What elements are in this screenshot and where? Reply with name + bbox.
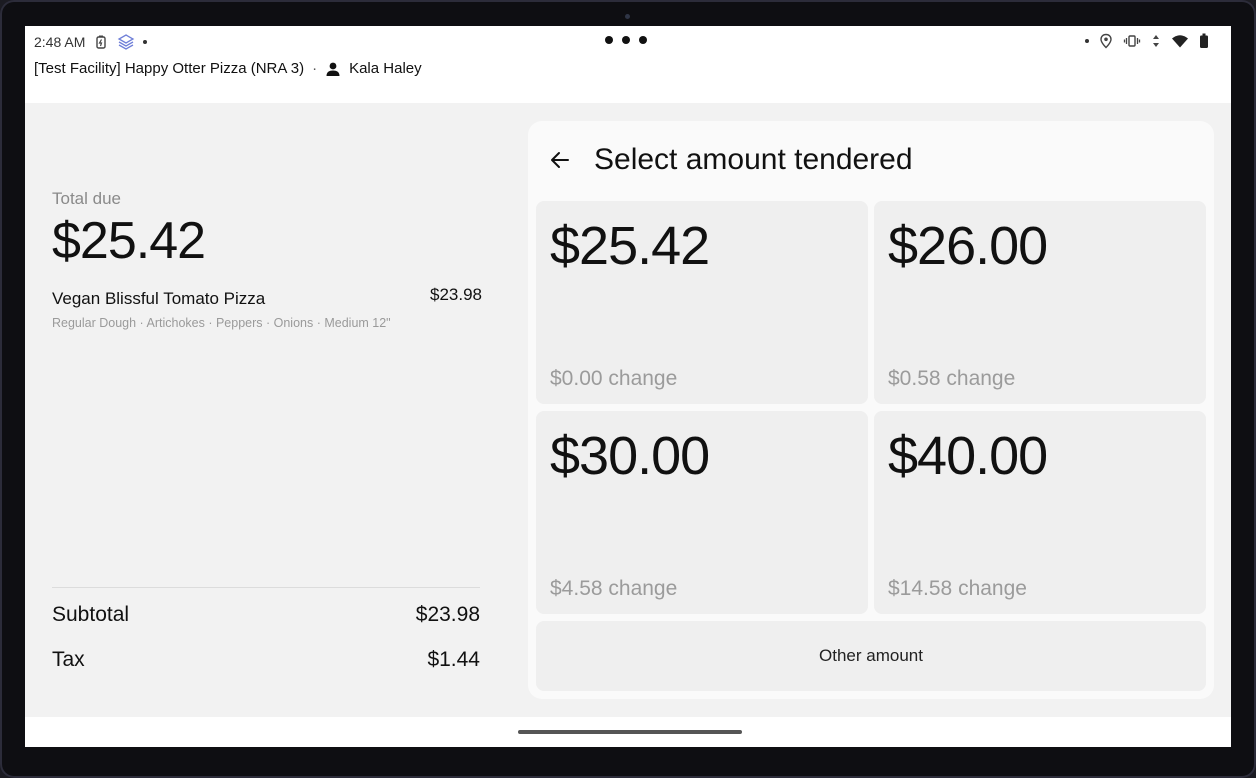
menu-dot (605, 36, 613, 44)
window-menu-dots[interactable] (605, 36, 647, 44)
separator: · (312, 60, 318, 77)
total-due-label: Total due (52, 189, 121, 208)
screen: 2:48 AM [Test Facility] Happy Otter Pizz… (25, 26, 1231, 747)
subtotal-value: $23.98 (415, 603, 480, 626)
tender-option-change: $14.58 change (888, 577, 1027, 600)
subtotal-row: Subtotal $23.98 (52, 603, 480, 627)
tax-value: $1.44 (427, 648, 480, 671)
facility-line: [Test Facility] Happy Otter Pizza (NRA 3… (34, 60, 422, 77)
tender-option-button[interactable]: $30.00 $4.58 change (536, 411, 868, 614)
tender-option-amount: $40.00 (888, 426, 1048, 486)
tender-option-button[interactable]: $25.42 $0.00 change (536, 201, 868, 404)
tax-label: Tax (52, 648, 85, 671)
tender-option-change: $0.00 change (550, 367, 678, 390)
menu-dot (639, 36, 647, 44)
line-item-name: Vegan Blissful Tomato Pizza (52, 289, 266, 308)
status-right (1085, 33, 1209, 49)
tender-option-amount: $30.00 (550, 426, 710, 486)
vibrate-icon (1123, 34, 1141, 48)
line-item-modifiers: Regular Dough · Artichokes · Peppers · O… (52, 316, 391, 330)
back-arrow-icon[interactable] (548, 148, 572, 172)
main-area: Total due $25.42 Vegan Blissful Tomato P… (25, 103, 1231, 717)
total-due-amount: $25.42 (52, 212, 206, 270)
location-icon (1099, 33, 1113, 49)
subtotal-label: Subtotal (52, 603, 130, 626)
person-icon (325, 61, 341, 77)
tender-option-button[interactable]: $26.00 $0.58 change (874, 201, 1206, 404)
facility-name: [Test Facility] Happy Otter Pizza (NRA 3… (34, 60, 305, 77)
tender-title: Select amount tendered (594, 143, 913, 176)
status-bar: 2:48 AM (25, 26, 1231, 56)
other-amount-button[interactable]: Other amount (536, 621, 1206, 691)
tender-header: Select amount tendered (548, 143, 913, 177)
tender-option-button[interactable]: $40.00 $14.58 change (874, 411, 1206, 614)
tender-option-amount: $26.00 (888, 216, 1048, 276)
notification-dot (1085, 39, 1089, 43)
tender-card: Select amount tendered $25.42 $0.00 chan… (528, 121, 1214, 699)
divider (52, 587, 480, 588)
camera-dot (625, 14, 630, 19)
battery-icon (1199, 33, 1209, 49)
tender-option-change: $0.58 change (888, 367, 1016, 390)
notification-dot (143, 40, 148, 44)
home-gesture-handle[interactable] (518, 730, 742, 734)
data-arrows-icon (1151, 34, 1161, 48)
app-stack-icon (117, 33, 135, 51)
status-time: 2:48 AM (34, 34, 86, 50)
tender-option-change: $4.58 change (550, 577, 678, 600)
user-name: Kala Haley (349, 60, 422, 77)
tax-row: Tax $1.44 (52, 648, 480, 672)
navigation-bar (25, 717, 1231, 747)
line-item-price: $23.98 (430, 285, 482, 304)
status-left: 2:48 AM (34, 33, 148, 51)
menu-dot (622, 36, 630, 44)
tender-option-amount: $25.42 (550, 216, 710, 276)
wifi-icon (1171, 34, 1189, 48)
order-summary: Total due $25.42 Vegan Blissful Tomato P… (52, 103, 482, 717)
device-frame: 2:48 AM [Test Facility] Happy Otter Pizz… (0, 0, 1256, 778)
battery-saver-icon (93, 34, 109, 50)
